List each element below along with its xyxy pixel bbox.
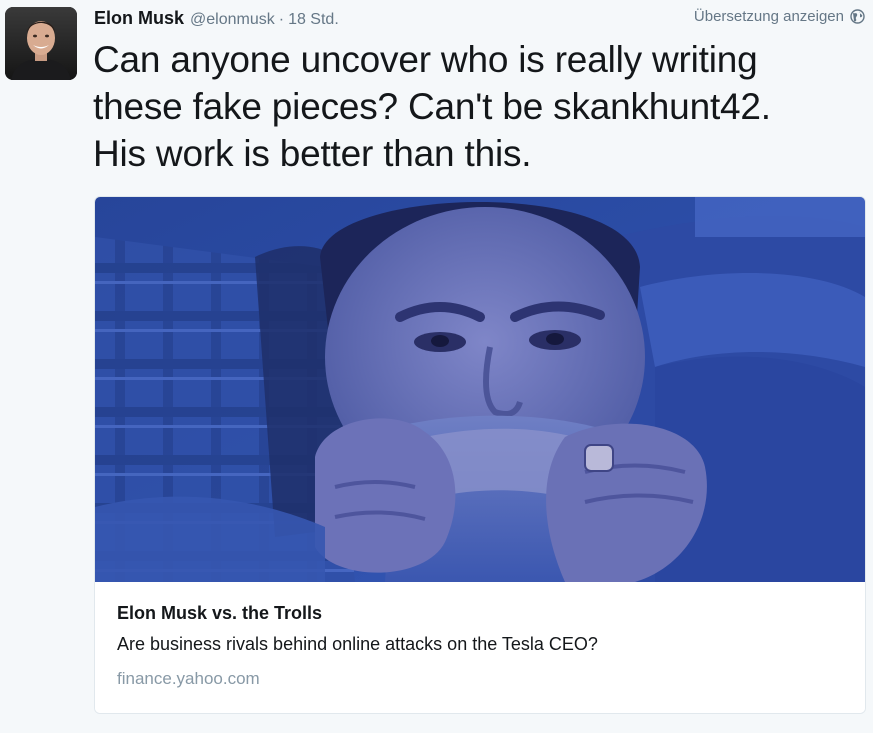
link-preview-card[interactable]: Elon Musk vs. the Trolls Are business ri… (94, 196, 866, 714)
separator-dot: · (278, 11, 285, 28)
tweet-text-line: His work is better than this. (93, 133, 532, 174)
tweet-text-line: Can anyone uncover who is really writing (93, 39, 758, 80)
tweet-text: Can anyone uncover who is really writing… (93, 36, 863, 177)
translate-label: Übersetzung anzeigen (693, 8, 844, 25)
card-description: Are business rivals behind online attack… (117, 634, 598, 654)
author-handle[interactable]: @elonmusk (190, 11, 275, 29)
globe-icon (850, 9, 865, 24)
tweet-text-line: these fake pieces? Can't be skankhunt42. (93, 86, 771, 127)
author-name[interactable]: Elon Musk (94, 8, 184, 29)
tweet: Elon Musk @elonmusk · 18 Std. Übersetzun… (0, 0, 873, 733)
tweet-timestamp[interactable]: 18 Std. (288, 11, 339, 29)
avatar[interactable] (5, 7, 77, 80)
tweet-header: Elon Musk @elonmusk · 18 Std. (94, 8, 339, 32)
card-domain: finance.yahoo.com (117, 669, 260, 688)
avatar-photo (5, 7, 77, 80)
card-image[interactable] (95, 197, 865, 582)
translate-button[interactable]: Übersetzung anzeigen (694, 8, 865, 25)
card-title[interactable]: Elon Musk vs. the Trolls (117, 603, 322, 624)
card-body: Elon Musk vs. the Trolls Are business ri… (95, 582, 865, 713)
